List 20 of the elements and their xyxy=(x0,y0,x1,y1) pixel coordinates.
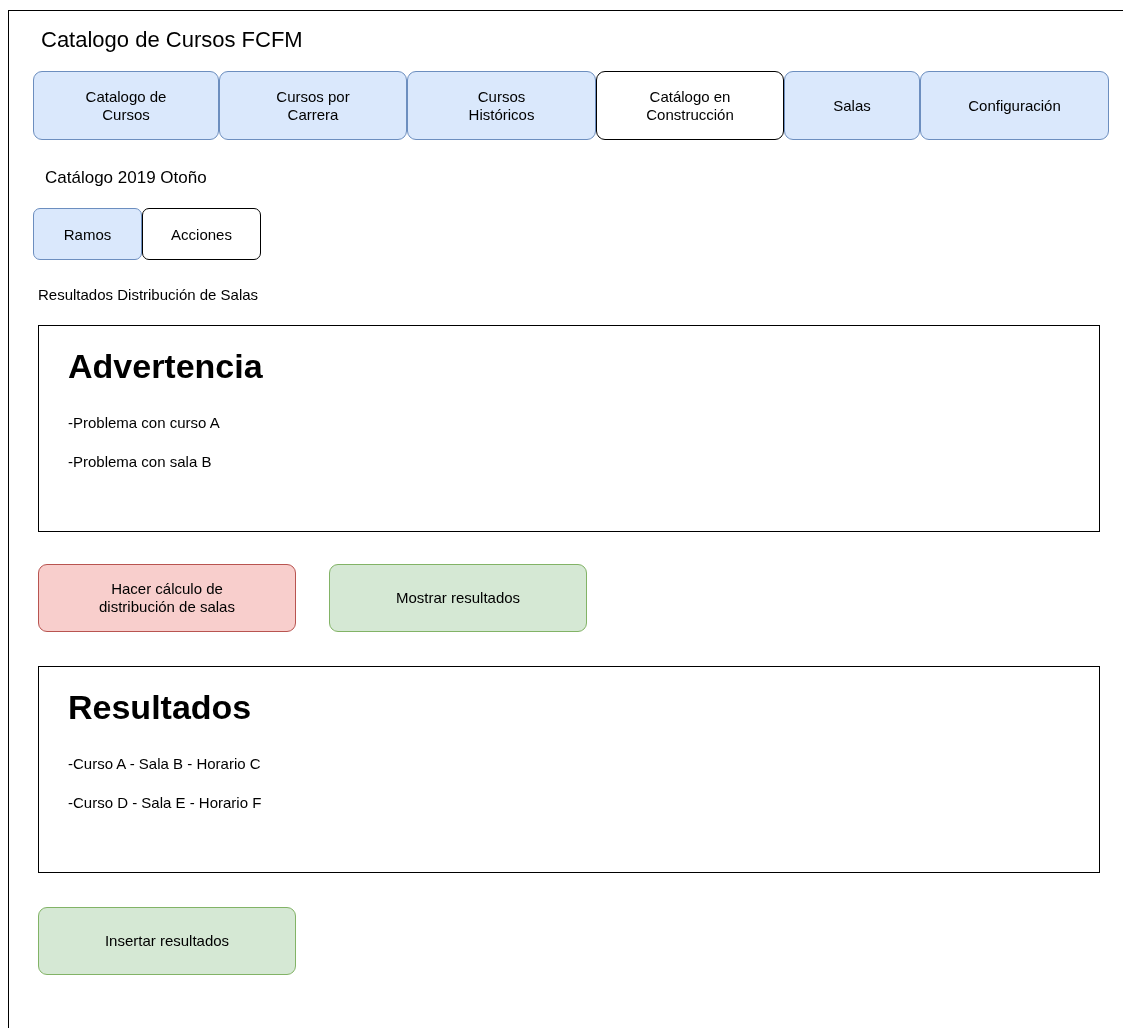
panel-item: -Curso A - Sala B - Horario C xyxy=(68,756,262,772)
action-button[interactable]: Hacer cálculo de distribución de salas xyxy=(38,564,296,632)
action-button[interactable]: Mostrar resultados xyxy=(329,564,587,632)
tab[interactable]: Catalogo de Cursos xyxy=(33,71,219,140)
tab[interactable]: Cursos por Carrera xyxy=(219,71,407,140)
tab[interactable]: Salas xyxy=(784,71,920,140)
insert-button[interactable]: Insertar resultados xyxy=(38,907,296,975)
panel-heading: Resultados xyxy=(68,689,253,727)
panel-item: -Problema con curso A xyxy=(68,415,221,431)
tab[interactable]: Configuración xyxy=(920,71,1109,140)
tab[interactable]: Acciones xyxy=(142,208,261,260)
section-title: Resultados Distribución de Salas xyxy=(38,286,260,303)
catalog-title: Catálogo 2019 Otoño xyxy=(45,168,208,188)
window-title: Catalogo de Cursos FCFM xyxy=(41,29,304,51)
tab[interactable]: Catálogo en Construcción xyxy=(596,71,784,140)
tab[interactable]: Ramos xyxy=(33,208,142,260)
tab[interactable]: Cursos Históricos xyxy=(407,71,596,140)
panel-item: -Problema con sala B xyxy=(68,454,213,470)
panel-heading: Advertencia xyxy=(68,348,264,386)
panel-item: -Curso D - Sala E - Horario F xyxy=(68,795,263,811)
